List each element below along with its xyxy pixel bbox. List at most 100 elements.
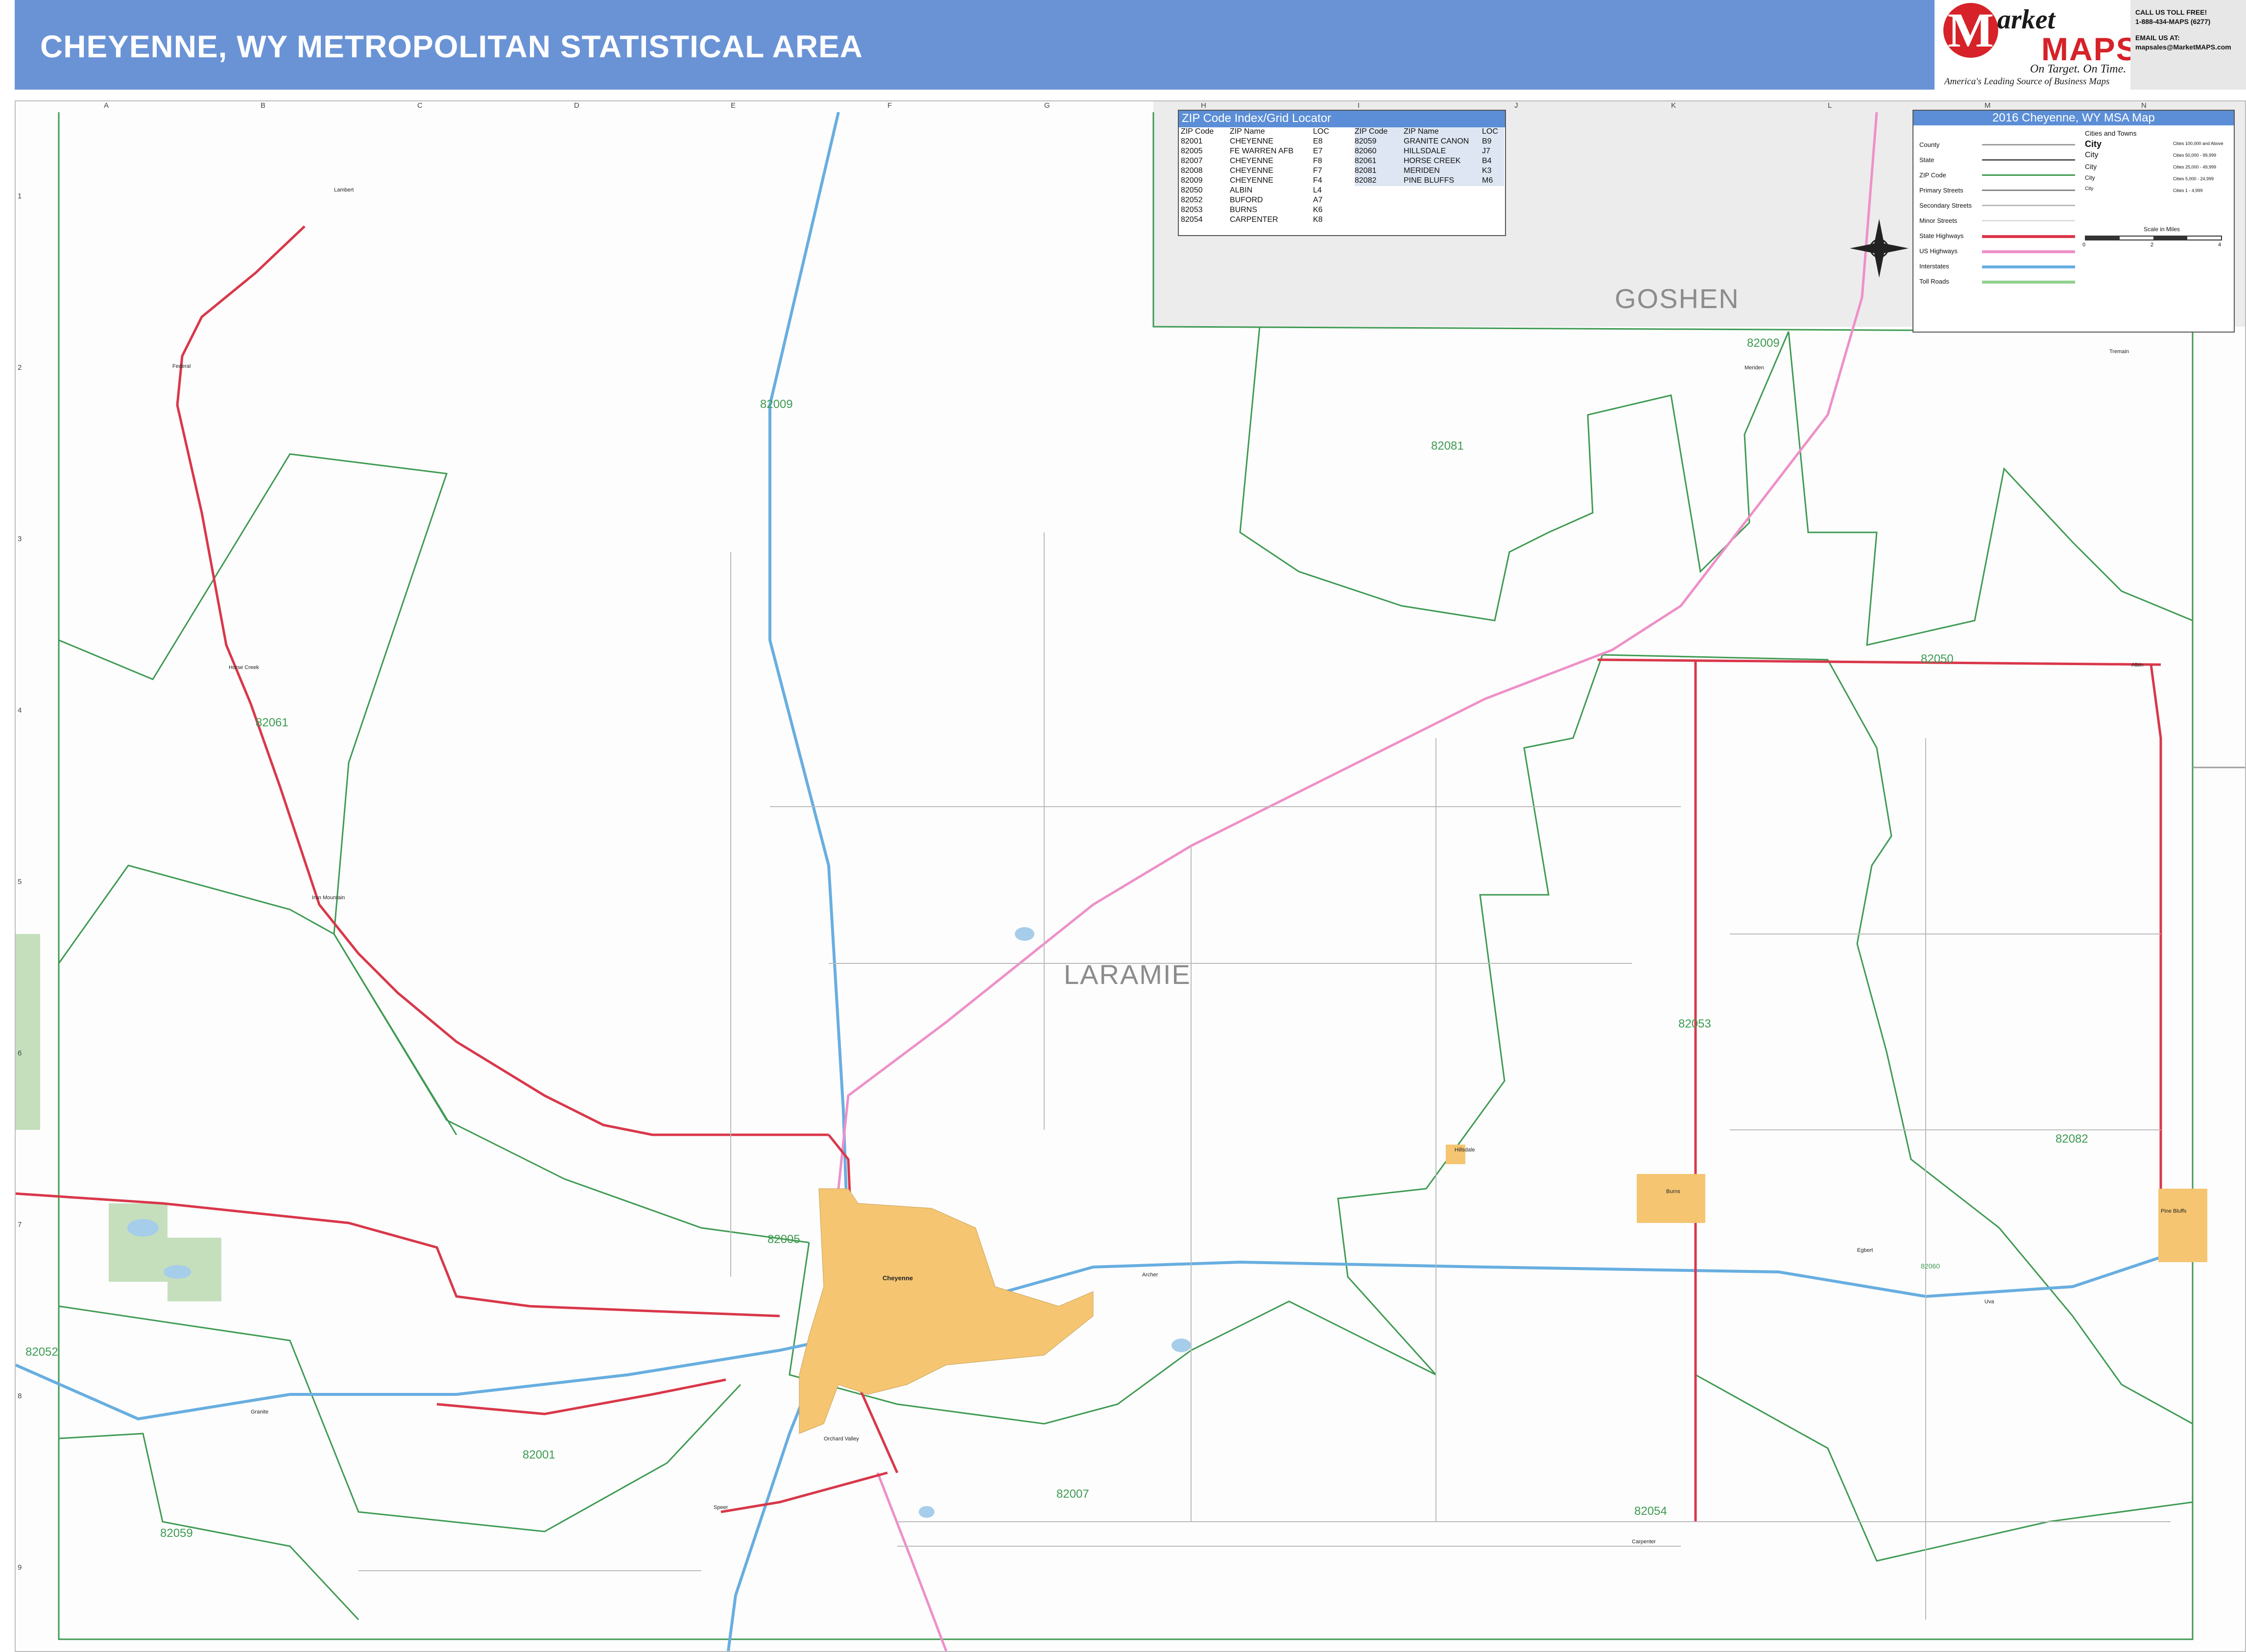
zip-label: 82059 — [160, 1527, 193, 1540]
zip-index-header-row: ZIP Code ZIP Name LOC — [1355, 127, 1504, 137]
grid-loc-cell: K8 — [1313, 215, 1323, 224]
zip-label: 82009 — [1747, 336, 1780, 350]
grid-col-j: J — [1514, 101, 1518, 110]
zip-name-cell: GRANITE CANON — [1404, 137, 1469, 145]
brand-tagline: On Target. On Time. — [2030, 63, 2127, 75]
map-canvas[interactable] — [16, 101, 2245, 1651]
zip-code-cell: 82082 — [1355, 176, 1377, 185]
zip-name-cell: BUFORD — [1230, 196, 1263, 204]
legend-item-label: County — [1919, 141, 1940, 148]
zip-index-header: ZIP Code — [1181, 127, 1214, 136]
zip-code-cell: 82054 — [1181, 215, 1203, 224]
legend-city-name: City — [2085, 186, 2094, 192]
map-legend: 2016 Cheyenne, WY MSA Map Cities and Tow… — [1912, 110, 2235, 333]
legend-item-label: State Highways — [1919, 232, 1964, 239]
legend-city-range: Cities 100,000 and Above — [2173, 141, 2223, 146]
grid-row-7: 7 — [18, 1221, 22, 1229]
zip-index-row: 82081 MERIDEN K3 — [1355, 167, 1504, 176]
grid-row-9: 9 — [18, 1563, 22, 1572]
zip-name-cell: PINE BLUFFS — [1404, 176, 1455, 185]
map-frame[interactable]: A B C D E F G H I J K L M N 1 2 3 4 5 6 … — [15, 100, 2246, 1652]
brand-tagline-secondary: America's Leading Source of Business Map… — [1944, 76, 2110, 87]
zip-index-row: 82060 HILLSDALE J7 — [1355, 147, 1504, 157]
grid-loc-cell: F4 — [1313, 176, 1322, 185]
grid-row-3: 3 — [18, 535, 22, 543]
place-label-cheyenne: Cheyenne — [883, 1274, 913, 1282]
grid-col-c: C — [417, 101, 423, 110]
legend-item-label: Primary Streets — [1919, 187, 1963, 194]
zip-index-left-column: ZIP Code ZIP Name LOC 82001 CHEYENNE E8 820… — [1181, 127, 1357, 225]
contact-line: mapsales@MarketMAPS.com — [2135, 43, 2231, 51]
zip-name-cell: HORSE CREEK — [1404, 157, 1461, 165]
scale-bar — [2085, 236, 2222, 240]
zip-code-cell: 82052 — [1181, 196, 1203, 204]
zip-index-row: 82005 FE WARREN AFB E7 — [1181, 147, 1357, 157]
zip-label: 82001 — [523, 1448, 555, 1461]
interstate-25 — [727, 112, 850, 1651]
zip-label: 82054 — [1634, 1505, 1667, 1518]
legend-item-label: Minor Streets — [1919, 217, 1958, 224]
place-label: Pine Bluffs — [2161, 1208, 2187, 1214]
zip-label: 82005 — [767, 1233, 800, 1246]
grid-col-k: K — [1671, 101, 1676, 110]
zip-index-right-column: ZIP Code ZIP Name LOC 82059 GRANITE CANON… — [1355, 127, 1504, 186]
county-label-goshen: GOSHEN — [1615, 283, 1740, 314]
legend-swatch — [1982, 220, 2075, 221]
grid-loc-cell: F7 — [1313, 167, 1322, 175]
legend-item-label: US Highways — [1919, 247, 1958, 255]
scale-label: Scale in Miles — [2144, 226, 2180, 233]
grid-col-b: B — [261, 101, 266, 110]
zip-index-row: 82052 BUFORD A7 — [1181, 196, 1357, 206]
legend-title: 2016 Cheyenne, WY MSA Map — [1913, 111, 2234, 125]
legend-swatch — [1982, 281, 2075, 284]
map-title: CHEYENNE, WY METROPOLITAN STATISTICAL AR… — [40, 29, 863, 64]
contact-line: CALL US TOLL FREE! — [2135, 8, 2207, 16]
grid-row-8: 8 — [18, 1392, 22, 1400]
zip-index-rows-left: 82001 CHEYENNE E8 82005 FE WARREN AFB E7 82007… — [1181, 137, 1357, 225]
zip-name-cell: CARPENTER — [1230, 215, 1278, 224]
zip-code-cell: 82009 — [1181, 176, 1203, 185]
contact-line: EMAIL US AT: — [2135, 34, 2180, 42]
zip-name-cell: CHEYENNE — [1230, 137, 1273, 145]
legend-swatch — [1982, 205, 2075, 206]
grid-col-m: M — [1984, 101, 1991, 110]
zip-index-header: ZIP Name — [1230, 127, 1265, 136]
pine-bluffs-city-area — [2158, 1189, 2207, 1262]
legend-city-range: Cities 5,000 - 24,999 — [2173, 176, 2214, 181]
legend-swatch — [1982, 235, 2075, 238]
burns-city-area — [1637, 1174, 1705, 1223]
header-bar: CHEYENNE, WY METROPOLITAN STATISTICAL AR… — [15, 0, 1935, 90]
place-label: Horse Creek — [229, 665, 259, 670]
us-highway-85-south — [876, 1472, 948, 1651]
zip-label: 82007 — [1056, 1487, 1089, 1501]
legend-subtitle: Cities and Towns — [2085, 129, 2137, 137]
grid-loc-cell: L4 — [1313, 186, 1322, 194]
legend-city-name: City — [2085, 163, 2097, 170]
zip-name-cell: ALBIN — [1230, 186, 1253, 194]
zip-code-cell: 82007 — [1181, 157, 1203, 165]
zip-code-cell: 82060 — [1355, 147, 1377, 155]
place-label: Tremain — [2109, 349, 2129, 355]
legend-item-label: Secondary Streets — [1919, 202, 1972, 209]
grid-col-h: H — [1201, 101, 1206, 110]
zip-label: 82082 — [2055, 1132, 2088, 1146]
zip-code-cell: 82059 — [1355, 137, 1377, 145]
legend-city-range: Cities 1 - 4,999 — [2173, 188, 2203, 193]
grid-row-5: 5 — [18, 878, 22, 886]
legend-city-range: Cities 25,000 - 49,999 — [2173, 165, 2217, 169]
legend-city-range: Cities 50,000 - 99,999 — [2173, 153, 2217, 158]
place-label: Granite — [251, 1409, 269, 1415]
legend-item-label: Toll Roads — [1919, 278, 1949, 285]
place-label: Hillsdale — [1455, 1147, 1475, 1153]
place-label: Egbert — [1857, 1247, 1873, 1253]
grid-row-2: 2 — [18, 363, 22, 372]
zip-index-row: 82054 CARPENTER K8 — [1181, 215, 1357, 225]
zip-index-rows-right: 82059 GRANITE CANON B9 82060 HILLSDALE J7 8206… — [1355, 137, 1504, 186]
brand-m-logo: M — [1943, 3, 1998, 58]
zip-name-cell: FE WARREN AFB — [1230, 147, 1294, 155]
lake — [164, 1265, 191, 1279]
state-highways — [16, 225, 2162, 1522]
zip-code-cell: 82061 — [1355, 157, 1377, 165]
zip-index-header: ZIP Code — [1355, 127, 1388, 136]
zip-label: 82052 — [25, 1345, 58, 1359]
